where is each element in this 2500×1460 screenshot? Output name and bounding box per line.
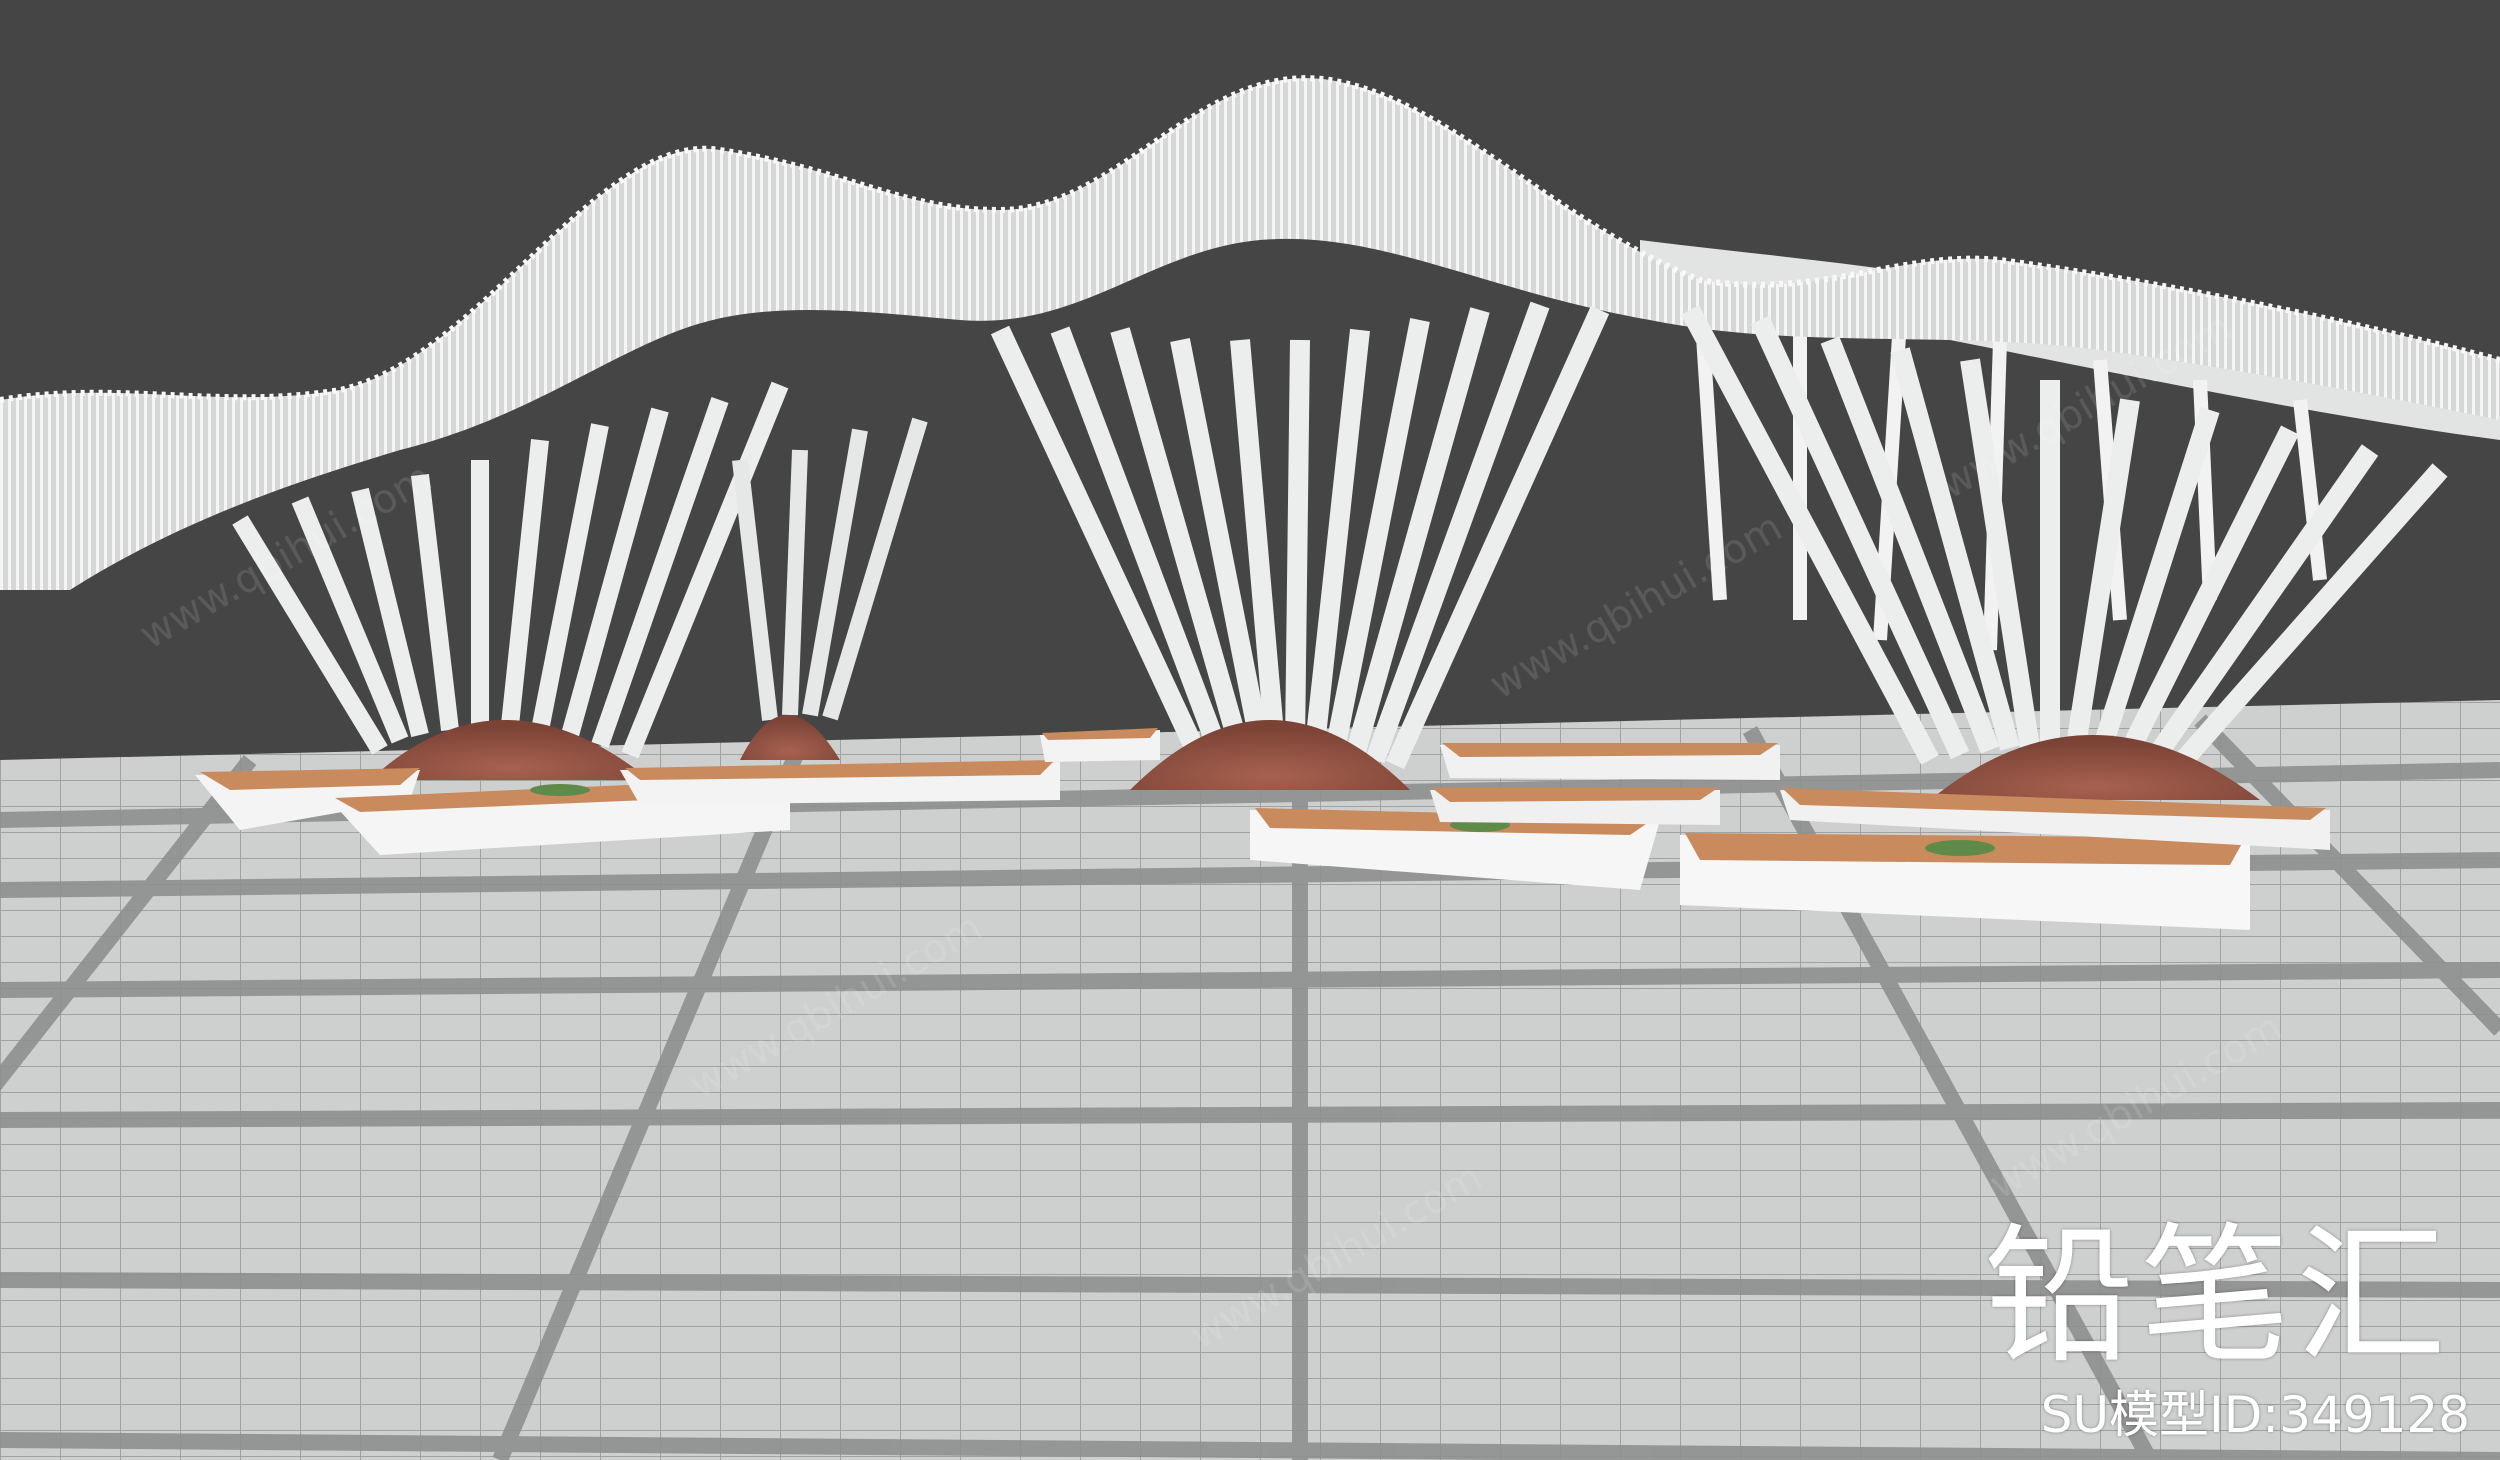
planter-4 [1040, 728, 1160, 762]
planter-9 [1440, 743, 1780, 780]
planter-6 [1430, 788, 1720, 825]
brand-watermark: 铅笔汇 [1983, 1210, 2452, 1384]
model-id-label: SU模型ID:349128 [2040, 1386, 2470, 1444]
